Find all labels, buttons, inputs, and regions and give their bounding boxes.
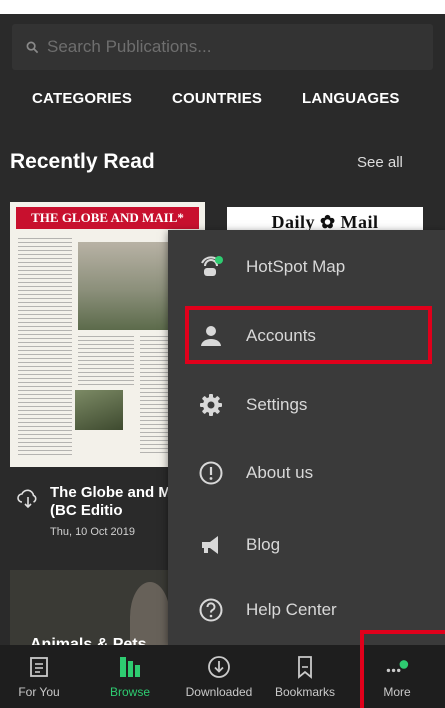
highlight-box-more bbox=[360, 630, 445, 708]
menu-item-hotspot-map[interactable]: HotSpot Map bbox=[168, 242, 445, 292]
publication-date: Thu, 10 Oct 2019 bbox=[50, 526, 135, 538]
nav-item-label: Bookmarks bbox=[274, 685, 336, 699]
menu-item-about-us[interactable]: About us bbox=[168, 448, 445, 498]
cover-photo bbox=[75, 390, 123, 430]
text-column bbox=[78, 336, 134, 386]
search-bar[interactable] bbox=[12, 24, 433, 70]
cloud-download-icon[interactable] bbox=[16, 486, 40, 510]
menu-item-label: Settings bbox=[246, 395, 308, 414]
nav-item-downloaded[interactable]: Downloaded bbox=[178, 645, 260, 708]
nav-item-label: For You bbox=[18, 685, 60, 699]
tab-countries[interactable]: COUNTRIES bbox=[172, 90, 262, 107]
search-icon bbox=[26, 41, 39, 53]
megaphone-icon bbox=[198, 532, 224, 558]
nav-item-browse[interactable]: Browse bbox=[95, 645, 165, 708]
menu-item-settings[interactable]: Settings bbox=[168, 380, 445, 430]
hotspot-icon bbox=[198, 254, 224, 280]
help-icon bbox=[198, 597, 224, 623]
info-icon bbox=[198, 460, 224, 486]
section-title-recently-read: Recently Read bbox=[10, 150, 155, 173]
download-icon bbox=[207, 655, 231, 679]
tab-languages[interactable]: LANGUAGES bbox=[302, 90, 400, 107]
see-all-link[interactable]: See all bbox=[357, 154, 403, 171]
cover-masthead: THE GLOBE AND MAIL* bbox=[16, 207, 199, 229]
menu-item-label: Help Center bbox=[246, 600, 337, 619]
menu-item-label: HotSpot Map bbox=[246, 257, 346, 276]
nav-item-for-you[interactable]: For You bbox=[0, 645, 78, 708]
filter-tabs: CATEGORIES COUNTRIES LANGUAGES bbox=[0, 78, 445, 120]
nav-item-bookmarks[interactable]: Bookmarks bbox=[266, 645, 344, 708]
highlight-box-accounts bbox=[185, 306, 432, 364]
nav-item-label: Downloaded bbox=[185, 685, 253, 699]
library-icon bbox=[118, 655, 142, 679]
article-icon bbox=[27, 655, 51, 679]
menu-item-label: Blog bbox=[246, 535, 281, 554]
tab-categories[interactable]: CATEGORIES bbox=[32, 90, 132, 107]
menu-item-label: About us bbox=[246, 463, 314, 482]
nav-item-label: Browse bbox=[109, 685, 150, 699]
menu-item-help-center[interactable]: Help Center bbox=[168, 585, 445, 635]
menu-item-blog[interactable]: Blog bbox=[168, 520, 445, 570]
gear-icon bbox=[198, 392, 224, 418]
bookmark-icon bbox=[293, 655, 317, 679]
more-menu: HotSpot Map Accounts Settings About us B… bbox=[168, 230, 445, 645]
text-column bbox=[18, 238, 72, 458]
search-input[interactable] bbox=[47, 37, 407, 57]
status-strip bbox=[0, 0, 445, 14]
